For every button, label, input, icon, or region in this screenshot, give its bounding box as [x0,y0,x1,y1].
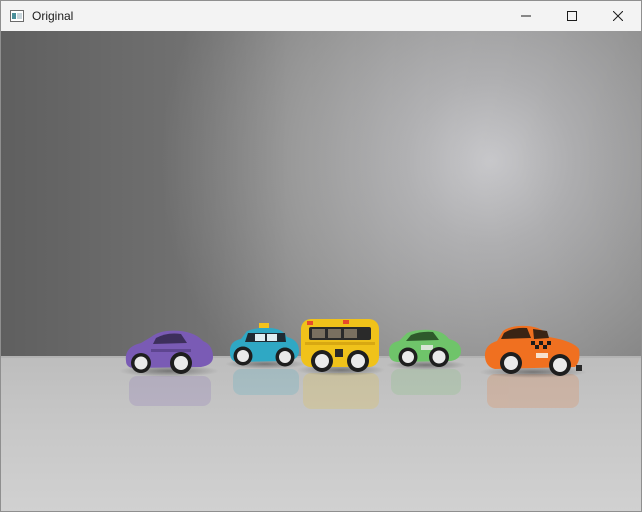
image-canvas [1,31,641,511]
window-app-icon [10,10,24,22]
title-bar[interactable]: Original [1,1,641,31]
window-title: Original [32,9,74,23]
close-button[interactable] [595,1,641,31]
maximize-icon [567,11,577,21]
close-icon [613,11,623,21]
image-viewer-window: Original [0,0,642,512]
yellow-bus [301,319,379,372]
minimize-button[interactable] [503,1,549,31]
maximize-button[interactable] [549,1,595,31]
toy-cars-photo [1,31,641,511]
minimize-icon [521,15,531,17]
